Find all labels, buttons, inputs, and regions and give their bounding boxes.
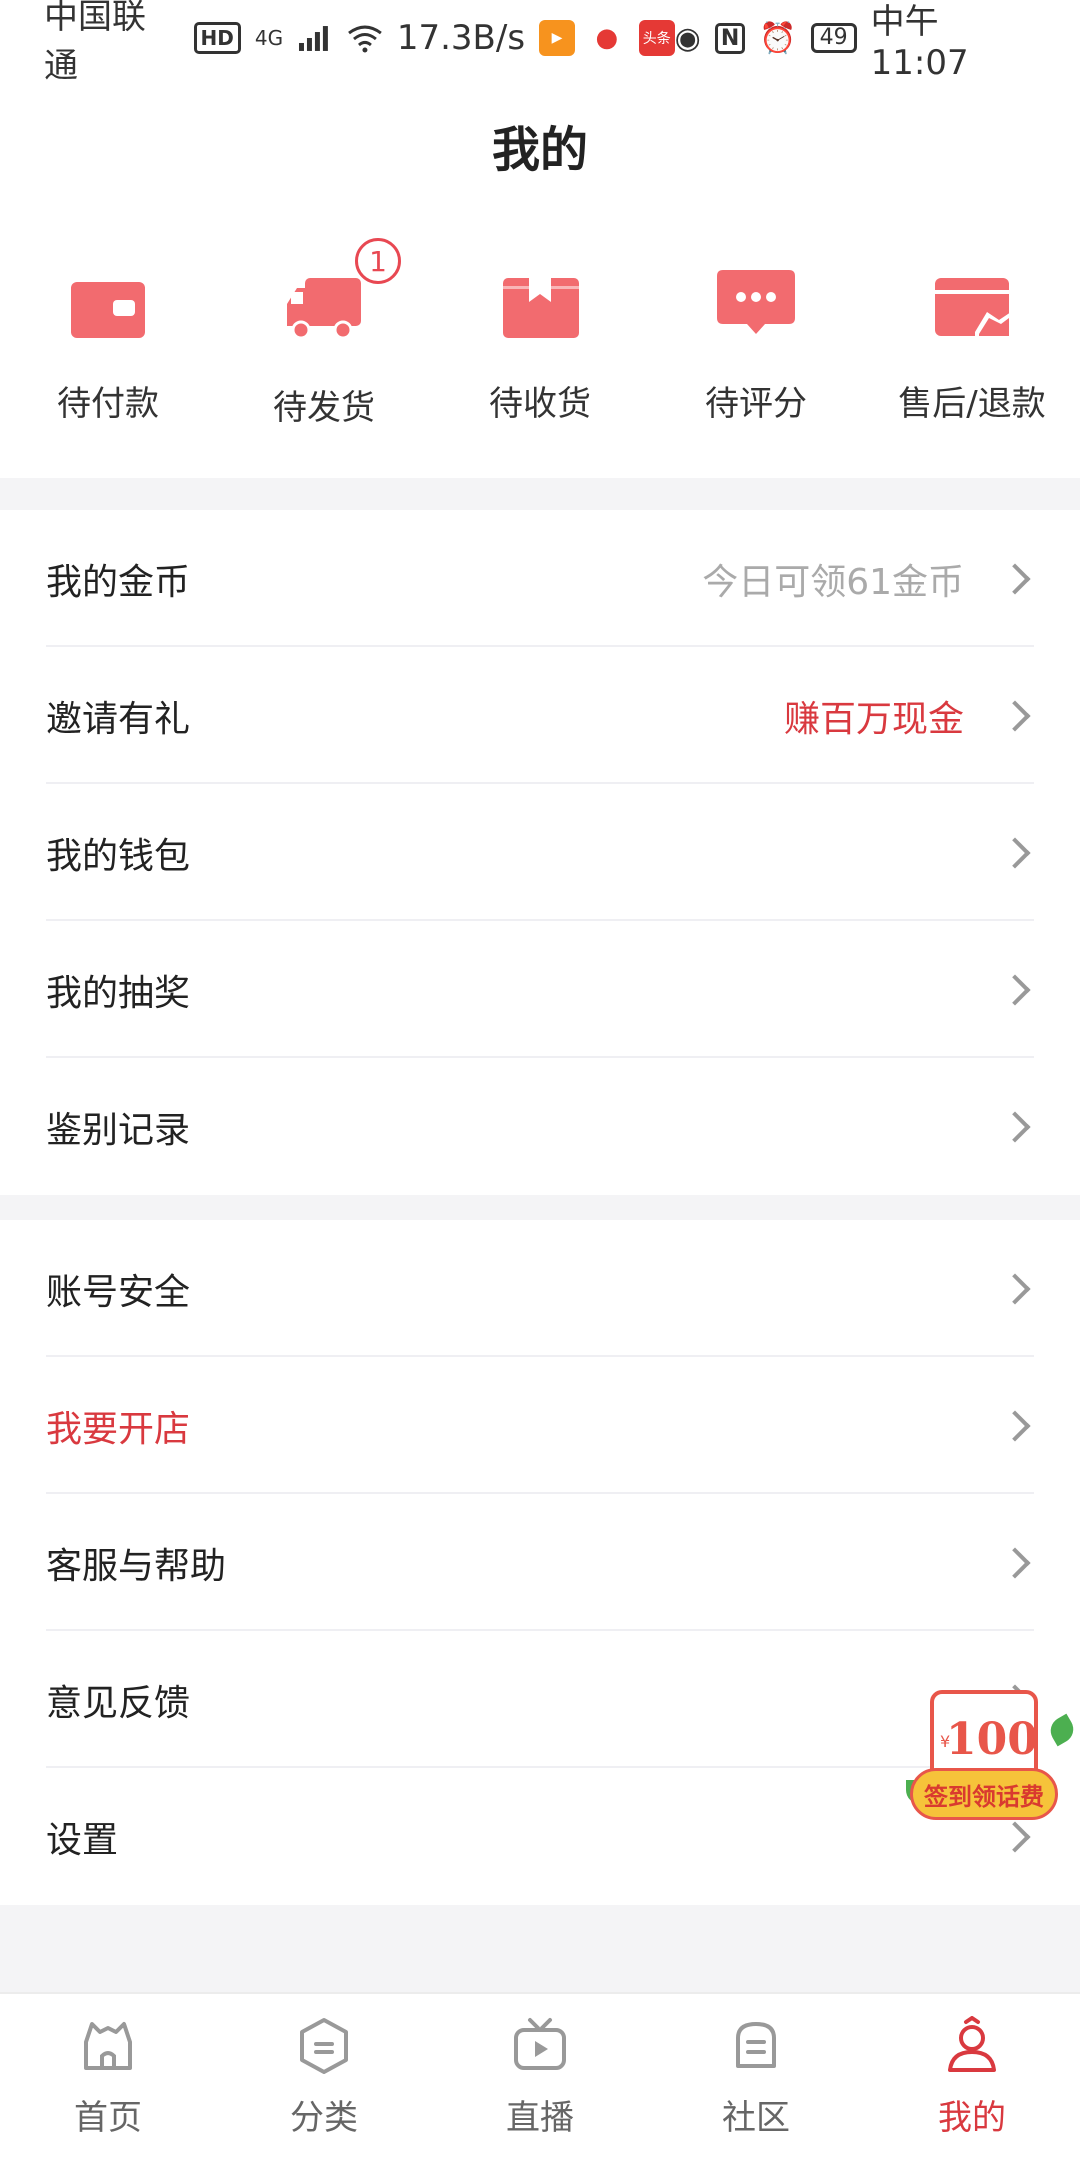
- chevron-right-icon: [999, 836, 1031, 869]
- order-pending-review[interactable]: 待评分: [648, 240, 864, 475]
- nav-label: 首页: [74, 2098, 142, 2138]
- video-app-icon: ▶: [539, 20, 575, 56]
- menu-item-invite[interactable]: 邀请有礼 赚百万现金: [0, 647, 1080, 784]
- eye-icon: ◉: [674, 20, 701, 56]
- order-after-sales[interactable]: 售后/退款: [864, 240, 1080, 475]
- section-divider: [0, 478, 1080, 510]
- menu-item-label: 我的抽奖: [46, 972, 191, 1014]
- truck-icon: [287, 278, 361, 340]
- battery-indicator: 49: [810, 23, 857, 53]
- order-label: 售后/退款: [898, 384, 1046, 424]
- nav-category[interactable]: 分类: [216, 1994, 432, 2160]
- menu-item-label: 意见反馈: [46, 1682, 191, 1724]
- pending-shipment-badge: 1: [355, 238, 401, 284]
- menu-item-label: 鉴别记录: [46, 1109, 191, 1151]
- menu-item-label: 客服与帮助: [46, 1545, 227, 1587]
- order-label: 待评分: [705, 384, 807, 424]
- chevron-right-icon: [999, 1546, 1031, 1579]
- menu-item-authentication-records[interactable]: 鉴别记录: [0, 1058, 1080, 1195]
- nav-label: 分类: [290, 2098, 358, 2138]
- chevron-right-icon: [999, 562, 1031, 595]
- section-divider: [0, 1195, 1080, 1220]
- page-title: 我的: [491, 122, 588, 178]
- menu-item-label: 我的钱包: [46, 835, 191, 877]
- wallet-icon: [71, 282, 145, 338]
- menu-item-wallet[interactable]: 我的钱包: [0, 784, 1080, 921]
- invite-promo-text: 赚百万现金: [783, 698, 964, 740]
- nav-label: 我的: [938, 2098, 1006, 2138]
- community-icon: [736, 2022, 776, 2068]
- category-icon: [300, 2018, 348, 2074]
- menu-item-account-security[interactable]: 账号安全: [0, 1220, 1080, 1357]
- nav-live[interactable]: 直播: [432, 1994, 648, 2160]
- chevron-right-icon: [999, 699, 1031, 732]
- order-status-row: 待付款 1 待发货 待收货 待评分 售后/退款: [0, 238, 1080, 475]
- nfc-icon: N: [714, 22, 746, 54]
- order-label: 待发货: [273, 388, 375, 428]
- chevron-right-icon: [999, 973, 1031, 1006]
- chevron-right-icon: [999, 1409, 1031, 1442]
- status-bar: 中国联通 HD 4G 17.3B/s ▶ ● 头条 ◉ N ⏰ 49 中午11:…: [0, 0, 1080, 86]
- chat-bubble-icon: [717, 270, 795, 334]
- order-label: 待付款: [57, 384, 159, 424]
- chevron-right-icon: [999, 1272, 1031, 1305]
- network-type: 4G: [254, 26, 284, 50]
- menu-item-open-store[interactable]: 我要开店: [0, 1357, 1080, 1494]
- nav-community[interactable]: 社区: [648, 1994, 864, 2160]
- menu-item-label: 账号安全: [46, 1271, 191, 1313]
- time: 中午11:07: [870, 1, 969, 83]
- menu-item-lottery[interactable]: 我的抽奖: [0, 921, 1080, 1058]
- alarm-icon: ⏰: [759, 20, 797, 56]
- sign-in-reward-badge[interactable]: ¥ 100 签到领话费: [900, 1690, 1079, 1830]
- nav-label: 直播: [506, 2098, 574, 2138]
- nav-profile[interactable]: 我的: [864, 1994, 1080, 2160]
- order-label: 待收货: [489, 384, 591, 424]
- home-icon: [84, 2022, 132, 2070]
- box-icon: [503, 278, 579, 338]
- menu-item-label: 我要开店: [46, 1408, 191, 1450]
- profile-icon: [948, 2016, 996, 2072]
- map-pin-icon: ●: [595, 23, 619, 53]
- menu-item-label: 设置: [46, 1819, 119, 1861]
- menu-item-customer-service[interactable]: 客服与帮助: [0, 1494, 1080, 1631]
- menu-item-label: 我的金币: [46, 561, 191, 603]
- toutiao-icon: 头条: [638, 20, 675, 56]
- bottom-navigation: 首页 分类 直播 社区 我的: [0, 1992, 1080, 2160]
- nav-label: 社区: [722, 2098, 790, 2138]
- menu-group-account-assets: 我的金币 今日可领61金币 邀请有礼 赚百万现金 我的钱包 我的抽奖 鉴别记录: [0, 510, 1080, 1195]
- sign-in-banner: 签到领话费: [910, 1768, 1058, 1820]
- menu-item-gold-coins[interactable]: 我的金币 今日可领61金币: [0, 510, 1080, 647]
- carrier-name: 中国联通: [44, 0, 146, 86]
- refund-card-icon: [935, 278, 1011, 336]
- nav-home[interactable]: 首页: [0, 1994, 216, 2160]
- order-pending-shipment[interactable]: 1 待发货: [216, 238, 432, 475]
- chevron-right-icon: [999, 1110, 1031, 1143]
- wifi-icon: [348, 25, 382, 53]
- order-pending-payment[interactable]: 待付款: [0, 240, 216, 475]
- signal-icon: [299, 26, 328, 51]
- gold-coins-hint: 今日可领61金币: [702, 561, 964, 603]
- bottom-spacer: [0, 1905, 1080, 1992]
- live-tv-icon: [514, 2018, 566, 2070]
- reward-amount: 100: [946, 1714, 1038, 1765]
- hd-indicator: HD: [193, 22, 241, 54]
- menu-item-label: 邀请有礼: [46, 698, 191, 740]
- network-speed: 17.3B/s: [396, 18, 526, 58]
- order-pending-receipt[interactable]: 待收货: [432, 240, 648, 475]
